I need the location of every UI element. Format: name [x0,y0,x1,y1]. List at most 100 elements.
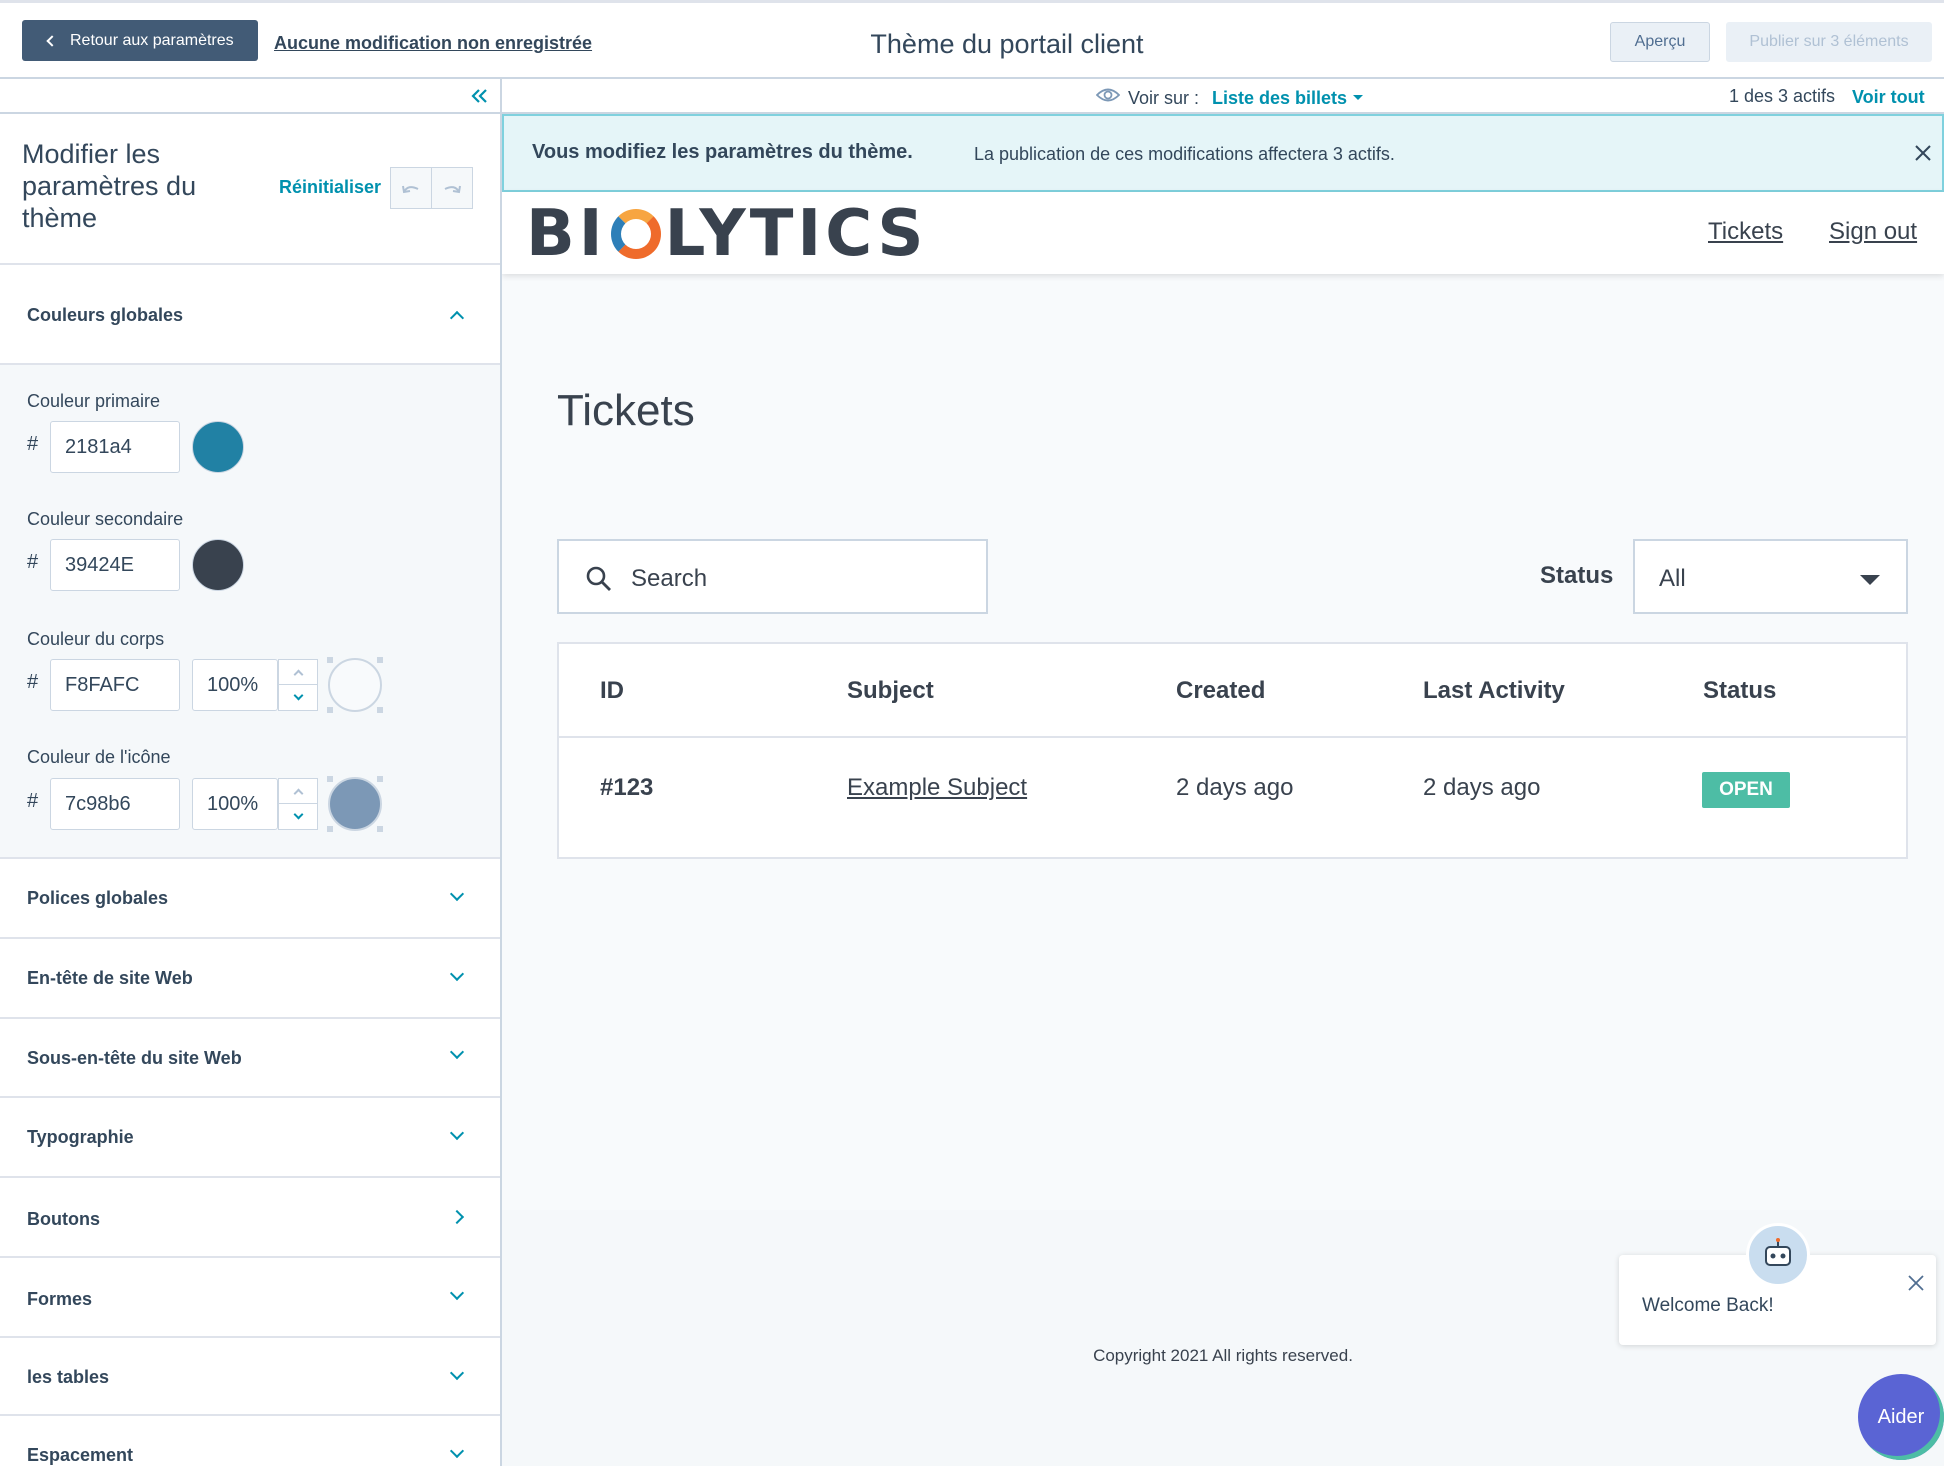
logo-g-icon [610,209,661,259]
search-input[interactable]: Search [557,539,988,614]
swatch-handle [327,776,333,782]
secondary-color-swatch[interactable] [192,539,244,591]
ticket-created: 2 days ago [1176,774,1294,801]
ticket-subject-link[interactable]: Example Subject [847,774,1027,802]
section-spacing[interactable]: Espacement [0,1416,500,1466]
banner-message: La publication de ces modifications affe… [974,144,1395,164]
nav-sign-out-link[interactable]: Sign out [1829,218,1917,246]
chat-bot-avatar [1746,1223,1810,1287]
section-forms[interactable]: Formes [0,1258,500,1338]
chevron-left-icon [46,34,58,47]
icon-opacity-input[interactable]: 100% [192,778,278,830]
close-icon[interactable] [1906,1273,1926,1293]
logo-text-right: LYTICS [664,197,928,271]
top-bar: Retour aux paramètres Aucune modificatio… [0,0,1944,79]
view-all-link[interactable]: Voir tout [1852,87,1925,108]
view-on-label: Voir sur : [1128,88,1200,108]
subbar-divider [500,79,502,114]
section-website-subheader[interactable]: Sous-en-tête du site Web [0,1019,500,1098]
primary-color-label: Couleur primaire [27,391,161,411]
view-on-dropdown[interactable]: Liste des billets [1212,88,1347,109]
section-global-fonts[interactable]: Polices globales [0,859,500,939]
swatch-handle [377,657,383,663]
chevron-right-icon [449,1209,465,1225]
collapse-sidebar-icon[interactable] [469,86,489,106]
body-color-input[interactable]: F8FAFC [50,659,180,711]
stepper-down-button[interactable] [279,804,317,829]
robot-icon [1765,1238,1791,1266]
status-badge: OPEN [1702,772,1790,808]
body-color-label: Couleur du corps [27,629,165,649]
reset-link[interactable]: Réinitialiser [279,177,381,198]
body-color-swatch[interactable] [327,657,383,713]
section-website-header[interactable]: En-tête de site Web [0,939,500,1019]
chevron-up-icon [293,669,303,679]
icon-color-swatch[interactable] [327,776,383,832]
chevron-down-icon [449,1044,465,1060]
primary-color-input[interactable]: 2181a4 [50,421,180,473]
hash-symbol: # [27,671,39,693]
search-icon [586,566,611,591]
chevron-down-icon [449,1125,465,1141]
undo-button[interactable] [390,167,432,209]
caret-down-icon[interactable] [1353,95,1363,100]
hash-symbol: # [27,551,39,573]
assets-count: 1 des 3 actifs [1729,86,1836,106]
swatch-handle [377,776,383,782]
swatch-handle [327,657,333,663]
status-filter-value: All [1659,565,1686,592]
body-opacity-stepper[interactable] [278,659,318,711]
chevron-down-icon [293,690,303,701]
icon-color-input[interactable]: 7c98b6 [50,778,180,830]
swatch-handle [377,707,383,713]
section-label: Polices globales [27,888,169,908]
secondary-color-input[interactable]: 39424E [50,539,180,591]
chevron-up-icon [449,310,465,326]
swatch-handle [327,707,333,713]
column-header-id: ID [600,677,624,704]
stepper-down-button[interactable] [279,685,317,710]
preview-button[interactable]: Aperçu [1610,22,1710,62]
back-to-settings-button[interactable]: Retour aux paramètres [22,20,258,61]
section-buttons[interactable]: Boutons [0,1178,500,1258]
eye-icon [1096,88,1120,102]
unsaved-changes-link[interactable]: Aucune modification non enregistrée [274,33,592,54]
close-icon[interactable] [1912,142,1934,164]
theme-edit-banner: Vous modifiez les paramètres du thème. L… [502,114,1944,192]
chevron-down-icon [449,1285,465,1301]
ticket-id: #123 [600,774,654,801]
status-filter-select[interactable]: All [1633,539,1908,614]
icon-opacity-stepper[interactable] [278,778,318,830]
caret-down-icon [1860,575,1880,585]
swatch-handle [327,826,333,832]
section-label: Espacement [27,1445,134,1465]
help-button[interactable]: Aider [1858,1374,1944,1460]
stepper-up-button[interactable] [279,779,317,804]
section-label: Couleurs globales [27,305,184,325]
stepper-up-button[interactable] [279,660,317,685]
section-typography[interactable]: Typographie [0,1098,500,1178]
chat-welcome-message: Welcome Back! [1642,1295,1774,1316]
section-label: Sous-en-tête du site Web [27,1048,242,1068]
primary-color-swatch[interactable] [192,421,244,473]
status-filter-label: Status [1540,562,1614,589]
tickets-heading: Tickets [557,386,695,435]
icon-color-label: Couleur de l'icône [27,747,171,767]
hash-symbol: # [27,433,39,455]
column-header-last-activity: Last Activity [1423,677,1565,704]
section-tables[interactable]: les tables [0,1338,500,1416]
banner-heading: Vous modifiez les paramètres du thème. [532,141,913,163]
biglytics-logo[interactable]: BI LYTICS [526,202,927,266]
chevron-down-icon [449,966,465,982]
section-label: En-tête de site Web [27,968,193,988]
sidebar-title: Modifier les paramètres du thème [22,139,197,233]
body-opacity-input[interactable]: 100% [192,659,278,711]
publish-button[interactable]: Publier sur 3 éléments [1726,22,1932,62]
chevron-up-icon [293,788,303,798]
secondary-color-label: Couleur secondaire [27,509,184,529]
redo-button[interactable] [431,167,473,209]
section-label: Typographie [27,1127,134,1147]
nav-tickets-link[interactable]: Tickets [1708,218,1783,246]
section-global-colors[interactable]: Couleurs globales [0,265,500,365]
section-label: les tables [27,1367,110,1387]
